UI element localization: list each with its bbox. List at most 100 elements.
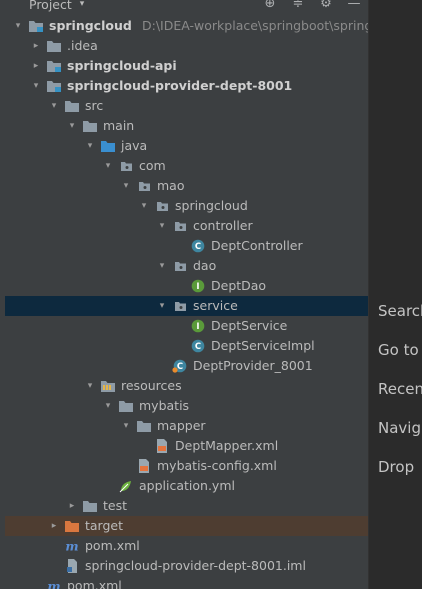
tree-item-label: mybatis-config.xml [157, 458, 277, 473]
tree-item-deptprovider-8001[interactable]: C DeptProvider_8001 [5, 356, 368, 376]
tree-item-label: application.yml [139, 478, 235, 493]
package-icon [172, 299, 188, 313]
tree-item-springcloud[interactable]: ▾ springcloud [5, 196, 368, 216]
chevron-down-icon[interactable]: ▾ [119, 176, 133, 196]
source-folder-icon [100, 139, 116, 153]
tree-item-label: springcloud-provider-dept-8001.iml [85, 558, 306, 573]
tree-item-controller[interactable]: ▾ controller [5, 216, 368, 236]
tree-item-test[interactable]: ▸ test [5, 496, 368, 516]
chevron-down-icon[interactable]: ▾ [155, 296, 169, 316]
chevron-down-icon[interactable]: ▾ [83, 376, 97, 396]
chevron-right-icon[interactable]: ▸ [29, 36, 43, 56]
tree-item-label: mapper [157, 418, 206, 433]
chevron-right-icon[interactable]: ▸ [65, 496, 79, 516]
tree-item-mapper[interactable]: ▾ mapper [5, 416, 368, 436]
iml-file-icon [64, 559, 80, 573]
tree-item-label: .idea [67, 38, 98, 53]
tree-item-deptcontroller[interactable]: C DeptController [5, 236, 368, 256]
chevron-right-icon[interactable]: ▸ [29, 56, 43, 76]
xml-file-icon [154, 439, 170, 453]
tree-item-deptmapper-xml[interactable]: DeptMapper.xml [5, 436, 368, 456]
chevron-down-icon[interactable]: ▾ [83, 136, 97, 156]
spring-boot-class-icon: C [172, 359, 188, 373]
tree-item-label: com [139, 158, 166, 173]
tree-item-label: pom.xml [85, 538, 140, 553]
minimize-icon[interactable]: — [340, 0, 368, 11]
tree-item-label: main [103, 118, 135, 133]
tree-item-pom-xml[interactable]: m pom.xml [5, 536, 368, 556]
tree-item-deptserviceimpl[interactable]: C DeptServiceImpl [5, 336, 368, 356]
svg-text:I: I [196, 282, 199, 292]
project-panel: Project ▾ ⊕ ≑ ⚙ — ▾ springcloud D:\IDEA-wo… [5, 0, 368, 589]
tree-item-target[interactable]: ▸ target [5, 516, 368, 536]
tree-item-dao[interactable]: ▾ dao [5, 256, 368, 276]
chevron-down-icon[interactable]: ▾ [29, 76, 43, 96]
tree-item-mybatis-config-xml[interactable]: mybatis-config.xml [5, 456, 368, 476]
tree-item-label: resources [121, 378, 182, 393]
project-path: D:\IDEA-workplace\springboot\springcloud [142, 18, 368, 33]
tree-item-label: controller [193, 218, 253, 233]
tree-item-resources[interactable]: ▾ resources [5, 376, 368, 396]
editor-empty-area: Search Go to Recen Navig Drop [368, 0, 422, 589]
project-toolbar: Project ▾ ⊕ ≑ ⚙ — [5, 0, 368, 12]
module-folder-icon [28, 19, 44, 33]
tree-item-label: DeptService [211, 318, 288, 333]
locate-icon[interactable]: ⊕ [256, 0, 284, 11]
hint-go-to-file: Go to [378, 341, 419, 359]
svg-text:I: I [196, 322, 199, 332]
tree-item-label: springcloud [49, 18, 132, 33]
tree-item-deptservice[interactable]: I DeptService [5, 316, 368, 336]
chevron-right-icon[interactable]: ▸ [47, 516, 61, 536]
tree-item-springcloud[interactable]: ▾ springcloud D:\IDEA-workplace\springboot… [5, 16, 368, 36]
tree-item-java[interactable]: ▾ java [5, 136, 368, 156]
folder-icon [82, 499, 98, 513]
gear-icon[interactable]: ⚙ [312, 0, 340, 11]
tree-item-service[interactable]: ▾ service [5, 296, 368, 316]
tree-item-src[interactable]: ▾ src [5, 96, 368, 116]
tree-item-label: service [193, 298, 238, 313]
package-icon [154, 199, 170, 213]
package-icon [172, 259, 188, 273]
chevron-down-icon[interactable]: ▾ [119, 416, 133, 436]
chevron-down-icon[interactable]: ▾ [80, 0, 85, 9]
chevron-down-icon[interactable]: ▾ [137, 196, 151, 216]
tree-item-springcloud-provider-dept-8001[interactable]: ▾ springcloud-provider-dept-8001 [5, 76, 368, 96]
maven-icon: m [64, 539, 80, 554]
tree-item-label: DeptDao [211, 278, 267, 293]
tree-item-main[interactable]: ▾ main [5, 116, 368, 136]
tree-item-springcloud-api[interactable]: ▸ springcloud-api [5, 56, 368, 76]
project-view-title[interactable]: Project [29, 0, 72, 12]
tree-item-com[interactable]: ▾ com [5, 156, 368, 176]
module-folder-icon [46, 59, 62, 73]
chevron-down-icon[interactable]: ▾ [65, 116, 79, 136]
tree-item-label: java [121, 138, 148, 153]
tree-item-label: DeptProvider_8001 [193, 358, 313, 373]
excluded-folder-icon [64, 519, 80, 533]
folder-icon [136, 419, 152, 433]
chevron-down-icon[interactable]: ▾ [155, 216, 169, 236]
chevron-down-icon[interactable]: ▾ [11, 16, 25, 36]
tree-item-label: src [85, 98, 104, 113]
package-icon [172, 219, 188, 233]
folder-icon [46, 39, 62, 53]
collapse-all-icon[interactable]: ≑ [284, 0, 312, 11]
tree-item-mybatis[interactable]: ▾ mybatis [5, 396, 368, 416]
tree-item-mao[interactable]: ▾ mao [5, 176, 368, 196]
tree-item-label: target [85, 518, 124, 533]
tree-item-deptdao[interactable]: I DeptDao [5, 276, 368, 296]
tree-item-label: dao [193, 258, 217, 273]
tree-item-label: springcloud-provider-dept-8001 [67, 78, 293, 93]
tree-item-application-yml[interactable]: application.yml [5, 476, 368, 496]
tree-item-springcloud-provider-dept-8001-iml[interactable]: springcloud-provider-dept-8001.iml [5, 556, 368, 576]
tree-item-label: DeptMapper.xml [175, 438, 279, 453]
tree-item-pom-xml[interactable]: m pom.xml [5, 576, 368, 589]
tree-item-idea[interactable]: ▸ .idea [5, 36, 368, 56]
hint-drop-files: Drop [378, 458, 415, 476]
resources-folder-icon [100, 379, 116, 393]
chevron-down-icon[interactable]: ▾ [101, 156, 115, 176]
chevron-down-icon[interactable]: ▾ [101, 396, 115, 416]
chevron-down-icon[interactable]: ▾ [155, 256, 169, 276]
chevron-down-icon[interactable]: ▾ [47, 96, 61, 116]
maven-icon: m [46, 579, 62, 589]
tree-item-label: DeptController [211, 238, 303, 253]
